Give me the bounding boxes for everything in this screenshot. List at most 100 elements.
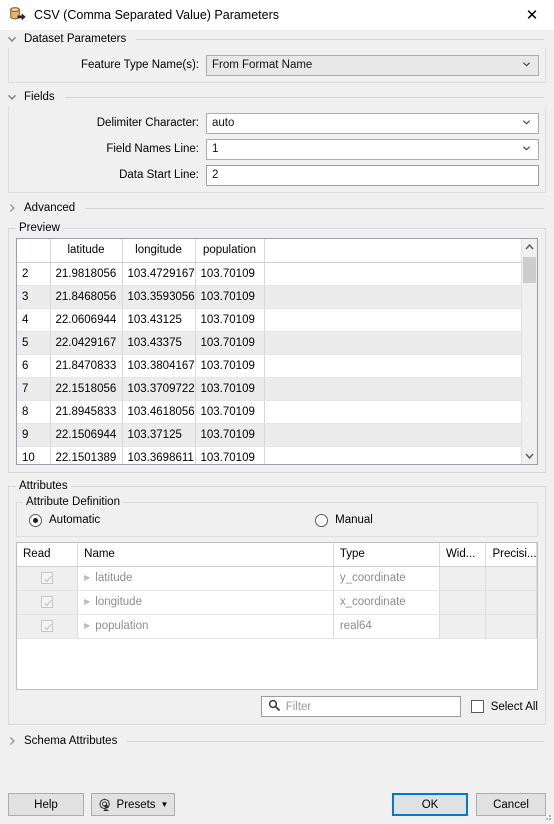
attr-cell-read[interactable] [17,590,79,615]
expand-triangle-icon[interactable]: ▶ [84,597,90,606]
preview-vertical-scrollbar[interactable] [521,239,537,464]
attr-name-text: longitude [95,595,142,608]
section-label: Dataset Parameters [24,33,127,45]
field-names-line-combobox[interactable]: 1 [206,138,539,160]
preview-cell-population: 103.70109 [195,354,265,378]
preview-cell-index: 10 [17,446,51,464]
feature-type-names-row: Feature Type Name(s): From Format Name [9,54,545,76]
radio-automatic[interactable]: Automatic [29,513,101,527]
preview-cell-latitude: 21.8470833 [50,354,123,378]
preview-cell-index: 7 [17,377,51,401]
preview-cell-filler [264,308,521,332]
preview-col-longitude[interactable]: longitude [122,239,196,263]
attr-cell-width[interactable] [439,566,487,591]
attr-cell-precision[interactable] [485,590,537,615]
preview-cell-longitude: 103.4618056 [122,400,196,424]
table-row[interactable]: ▶ population real64 [17,614,537,639]
data-start-line-label: Data Start Line: [119,169,199,181]
attr-cell-name: ▶ population [77,614,334,639]
expand-triangle-icon[interactable]: ▶ [84,621,90,630]
attr-cell-width[interactable] [439,614,487,639]
preview-cell-index: 2 [17,262,51,286]
preview-col-index[interactable] [17,239,51,263]
read-checkbox[interactable] [41,619,54,632]
chevron-down-icon [6,91,18,103]
table-row[interactable]: 7 22.1518056 103.3709722 103.70109 [17,377,521,401]
data-start-line-input[interactable]: 2 [206,164,539,186]
attr-col-name[interactable]: Name [77,543,334,567]
preview-cell-population: 103.70109 [195,262,265,286]
delimiter-character-combobox[interactable]: auto [206,112,539,134]
attr-cell-read[interactable] [17,614,79,639]
preview-cell-population: 103.70109 [195,308,265,332]
ok-button[interactable]: OK [392,793,468,816]
attr-cell-type[interactable]: real64 [333,614,440,639]
filter-input[interactable]: Filter [260,696,461,717]
preview-cell-latitude: 22.0429167 [50,331,123,355]
preview-col-latitude[interactable]: latitude [50,239,123,263]
preview-cell-population: 103.70109 [195,446,265,464]
scroll-up-icon[interactable] [522,239,537,255]
table-row[interactable]: 9 22.1506944 103.37125 103.70109 [17,423,521,447]
attr-col-type[interactable]: Type [333,543,440,567]
csv-parameters-dialog: CSV (Comma Separated Value) Parameters ✕… [0,0,554,823]
scrollbar-thumb[interactable] [523,257,536,283]
table-row[interactable]: 2 21.9818056 103.4729167 103.70109 [17,262,521,286]
section-header-schema-attributes[interactable]: Schema Attributes [0,732,554,750]
attr-cell-type[interactable]: y_coordinate [333,566,440,591]
preview-cell-longitude: 103.3593056 [122,285,196,309]
chevron-right-icon [6,735,18,747]
scroll-down-icon[interactable] [522,448,537,464]
title-bar: CSV (Comma Separated Value) Parameters ✕ [0,0,554,30]
feature-type-names-combobox[interactable]: From Format Name [206,54,539,76]
section-header-dataset-parameters[interactable]: Dataset Parameters [0,30,554,48]
radio-automatic-label: Automatic [49,514,101,526]
attr-cell-width[interactable] [439,590,487,615]
preview-label: Preview [19,222,60,234]
cancel-button[interactable]: Cancel [476,793,546,816]
read-checkbox[interactable] [41,571,54,584]
attr-col-read[interactable]: Read [17,543,79,567]
table-row[interactable]: 5 22.0429167 103.43375 103.70109 [17,331,521,355]
radio-manual[interactable]: Manual [315,513,373,527]
close-icon[interactable]: ✕ [510,0,554,30]
attr-col-precision[interactable]: Precisi... [485,543,537,567]
section-label: Fields [24,91,55,103]
expand-triangle-icon[interactable]: ▶ [84,573,90,582]
attr-cell-name: ▶ latitude [77,566,334,591]
attr-name-text: latitude [95,571,133,584]
section-header-advanced[interactable]: Advanced [0,199,554,217]
preview-cell-filler [264,400,521,424]
preview-cell-filler [264,354,521,378]
presets-button[interactable]: Presets ▼ [91,793,175,816]
data-start-line-value: 2 [212,169,219,181]
dataset-parameters-body: Feature Type Name(s): From Format Name [8,48,546,83]
attr-cell-type[interactable]: x_coordinate [333,590,440,615]
field-names-line-value: 1 [212,143,219,155]
attr-cell-precision[interactable] [485,566,537,591]
attribute-definition-radios: Automatic Manual [23,510,531,532]
table-row[interactable]: 3 21.8468056 103.3593056 103.70109 [17,285,521,309]
chevron-down-icon [6,33,18,45]
preview-cell-longitude: 103.3698611 [122,446,196,464]
table-row[interactable]: ▶ longitude x_coordinate [17,590,537,615]
table-row[interactable]: 6 21.8470833 103.3804167 103.70109 [17,354,521,378]
data-start-line-row: Data Start Line: 2 [9,164,545,186]
select-all-box [470,700,484,713]
table-row[interactable]: 8 21.8945833 103.4618056 103.70109 [17,400,521,424]
attr-cell-read[interactable] [17,566,79,591]
preview-cell-latitude: 22.1501389 [50,446,123,464]
preview-cell-filler [264,446,521,464]
section-header-fields[interactable]: Fields [0,88,554,106]
resize-grip[interactable] [542,811,552,821]
help-button[interactable]: Help [8,793,84,816]
delimiter-character-value: auto [212,117,235,129]
attr-col-width[interactable]: Wid... [439,543,487,567]
attr-cell-precision[interactable] [485,614,537,639]
read-checkbox[interactable] [41,595,54,608]
preview-col-population[interactable]: population [195,239,265,263]
select-all-checkbox[interactable]: Select All [470,700,538,713]
table-row[interactable]: 4 22.0606944 103.43125 103.70109 [17,308,521,332]
table-row[interactable]: 10 22.1501389 103.3698611 103.70109 [17,446,521,464]
table-row[interactable]: ▶ latitude y_coordinate [17,566,537,591]
